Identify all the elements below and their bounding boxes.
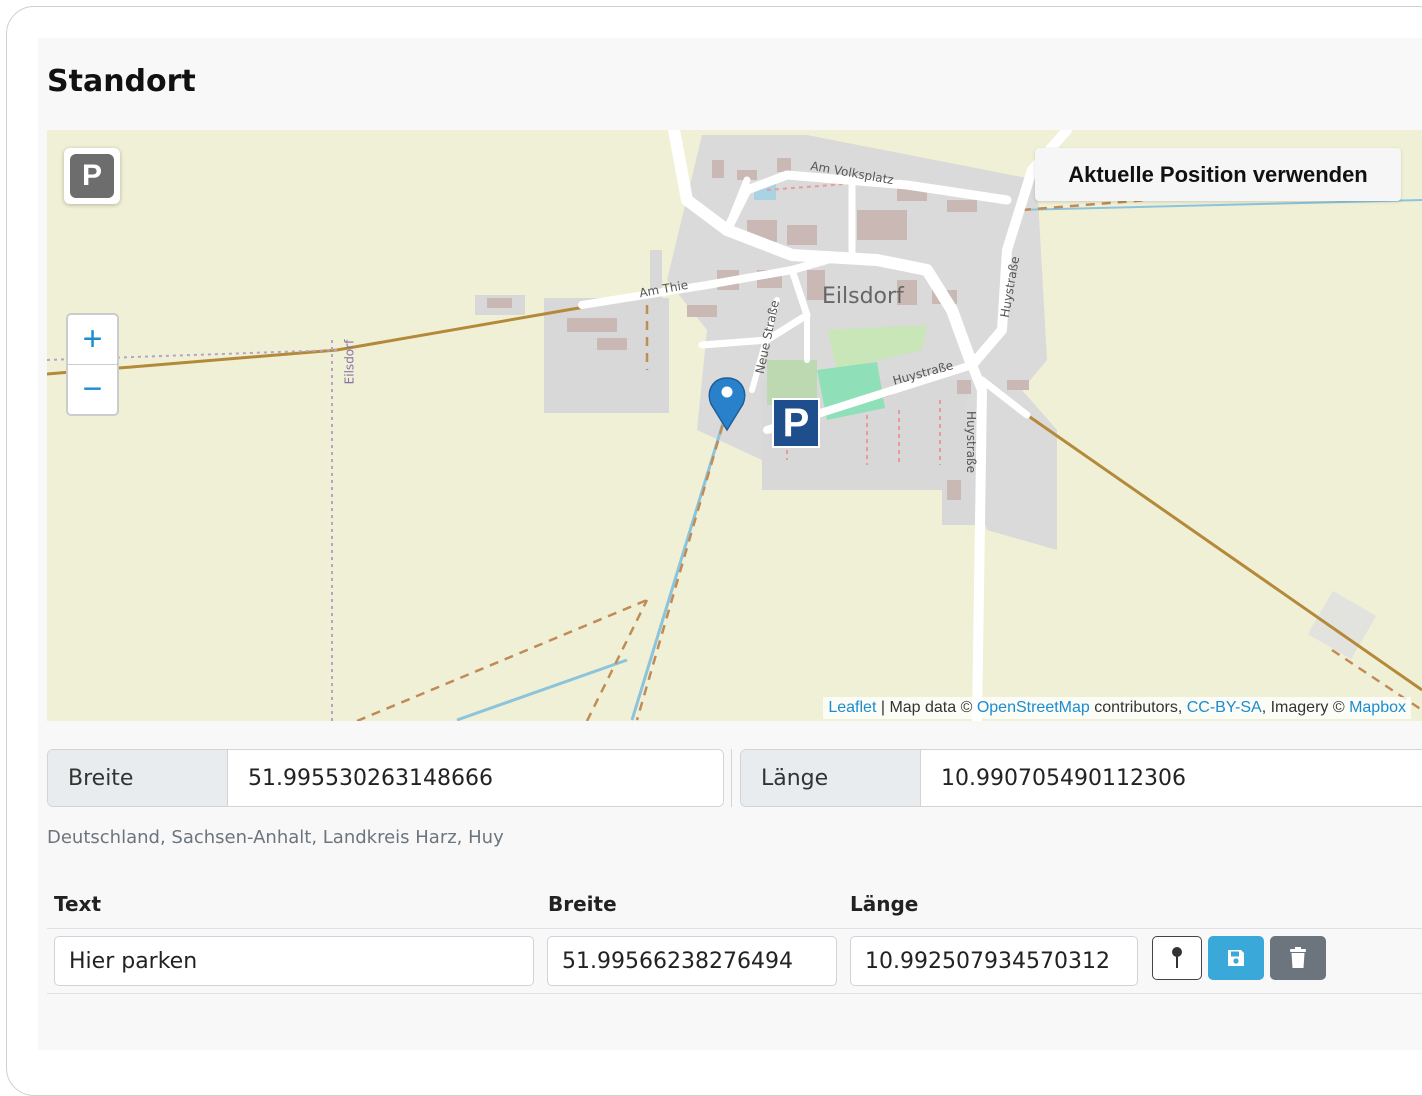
zoom-in-button[interactable]: + — [68, 315, 117, 365]
row-latitude-input[interactable] — [547, 936, 837, 986]
longitude-input[interactable] — [921, 750, 1422, 806]
column-header-text: Text — [54, 892, 102, 916]
map-label-village: Eilsdorf — [822, 284, 904, 309]
save-row-button[interactable] — [1208, 936, 1264, 980]
zoom-out-button[interactable]: − — [68, 365, 117, 415]
zoom-control: + − — [66, 313, 119, 416]
longitude-input-group: Länge — [740, 749, 1422, 807]
map-attribution: Leaflet | Map data © OpenStreetMap contr… — [823, 697, 1411, 719]
attribution-text: | Map data © — [876, 699, 977, 716]
parking-icon: P — [70, 154, 114, 198]
delete-row-button[interactable] — [1270, 936, 1326, 980]
column-header-latitude: Breite — [548, 892, 617, 916]
latitude-input-group: Breite — [47, 749, 724, 807]
attribution-text: contributors, — [1089, 699, 1187, 716]
latitude-label: Breite — [48, 750, 228, 806]
address-text: Deutschland, Sachsen-Anhalt, Landkreis H… — [47, 827, 504, 848]
map-label-road: Eilsdorf — [342, 339, 357, 385]
row-text-input[interactable] — [54, 936, 534, 986]
mapbox-link[interactable]: Mapbox — [1349, 699, 1406, 716]
map-label-street: Huystraße — [963, 411, 978, 473]
input-divider — [731, 749, 732, 807]
osm-link[interactable]: OpenStreetMap — [977, 699, 1090, 716]
map[interactable]: Eilsdorf Am Volksplatz Am Thie Neue Stra… — [47, 130, 1422, 721]
pin-icon — [1172, 947, 1182, 968]
parking-marker[interactable]: P — [772, 398, 820, 448]
parking-layer-toggle[interactable]: P — [64, 148, 120, 204]
use-current-position-button[interactable]: Aktuelle Position verwenden — [1035, 148, 1401, 201]
table-header-divider — [47, 928, 1422, 929]
column-header-longitude: Länge — [850, 892, 919, 916]
cc-by-sa-link[interactable]: CC-BY-SA — [1187, 699, 1262, 716]
section-title: Standort — [47, 64, 196, 99]
longitude-label: Länge — [741, 750, 921, 806]
floppy-disk-icon — [1228, 950, 1244, 966]
map-tiles — [47, 130, 1422, 721]
trash-icon — [1290, 947, 1306, 968]
attribution-text: , Imagery © — [1261, 699, 1350, 716]
latitude-input[interactable] — [228, 750, 723, 806]
row-longitude-input[interactable] — [850, 936, 1138, 986]
leaflet-link[interactable]: Leaflet — [828, 699, 876, 716]
table-row-divider — [47, 993, 1422, 994]
locate-row-button[interactable] — [1152, 936, 1202, 980]
